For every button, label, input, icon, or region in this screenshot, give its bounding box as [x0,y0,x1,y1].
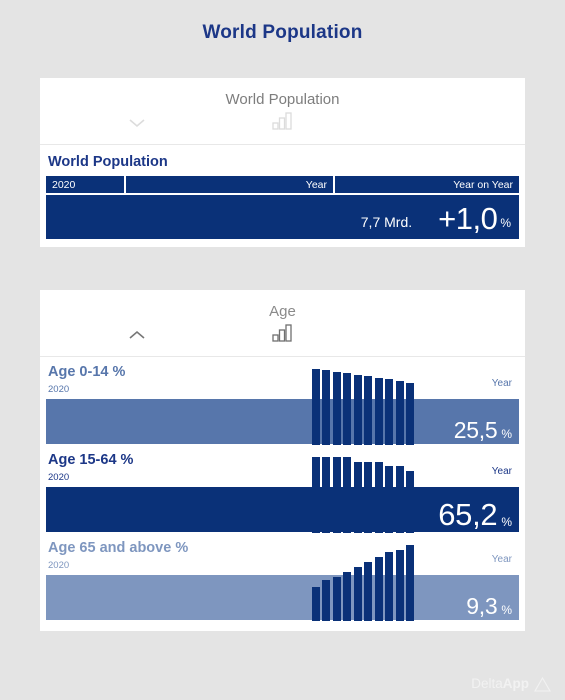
sparkline-bar [312,587,320,621]
age-row-year: 2020 [48,384,70,395]
age-bar: 65,2 % [46,487,519,532]
age-bar-value: 9,3 % [466,595,512,618]
kpi-value-row: 7,7 Mrd. +1,0 % [46,195,519,239]
kpi-col-year-on-year: Year on Year [335,176,519,193]
age-bar-fill [46,399,519,444]
card-header-age[interactable]: Age [40,290,525,357]
sparkline-bar [385,552,394,621]
age-row-label: Age 0-14 % [48,364,126,380]
kpi-header-row: 2020 Year Year on Year [46,176,519,193]
sparkline-bar [353,567,362,621]
age-bar-fill [46,575,519,620]
age-row-label: Age 15-64 % [48,452,134,468]
sparkline-bar [332,457,341,533]
age-value-unit: % [501,603,512,617]
card-header-icons-age [40,324,525,348]
sparkline-bar [385,466,394,533]
age-row-year: 2020 [48,472,70,483]
age-value-unit: % [501,427,512,441]
bar-chart-icon[interactable] [271,324,294,342]
age-bar-value: 25,5 % [454,419,512,442]
sparkline-bar [312,369,320,445]
age-row[interactable]: Age 15-64 % 2020 Year 65,2 % [46,445,519,533]
sparkline-bar [374,378,383,445]
sparkline-bar [322,457,331,533]
kpi-block-world-population: World Population 2020 Year Year on Year … [40,145,525,247]
sparkline-bar [374,462,383,533]
age-row-col-year: Year [491,466,512,477]
kpi-col-year: Year [126,176,333,193]
card-world-population: World Population World Population 2020 Y… [40,78,525,247]
sparkline-bar [395,550,404,621]
bar-chart-icon[interactable] [271,112,294,130]
sparkline-bar [322,370,331,445]
card-header-world-population[interactable]: World Population [40,78,525,145]
sparkline-bar [312,457,320,533]
sparkline-bar [395,381,404,445]
sparkline-bar [364,462,373,533]
brand-name-light: Delta [471,676,503,691]
age-bar: 25,5 % [46,399,519,444]
card-header-icons [40,112,525,136]
age-value-unit: % [501,515,512,529]
age-bar: 9,3 % [46,575,519,620]
age-value-number: 25,5 [453,417,498,443]
kpi-label: World Population [48,154,168,170]
sparkline-bar [332,372,341,445]
age-row-col-year: Year [491,378,512,389]
sparkline-chart [312,457,414,533]
page-title: World Population [202,22,363,43]
kpi-year: 2020 [46,176,124,193]
sparkline-bar [374,557,383,621]
age-bar-value: 65,2 % [438,499,512,530]
age-row-year: 2020 [48,560,70,571]
sparkline-bar [385,379,394,445]
age-value-number: 65,2 [438,497,498,532]
age-rows: Age 0-14 % 2020 Year 25,5 % Age 15-64 % … [40,357,525,631]
sparkline-bar [395,466,404,533]
triangle-logo-icon [534,676,551,692]
age-row-label: Age 65 and above % [48,540,189,556]
sparkline-bar [332,577,341,621]
sparkline-bar [405,545,414,621]
sparkline-bar [343,457,352,533]
sparkline-bar [343,572,352,621]
sparkline-bar [343,373,352,445]
sparkline-bar [405,383,414,445]
kpi-value: 7,7 Mrd. [360,214,413,230]
chevron-down-icon[interactable] [128,116,146,128]
kpi-change-value: +1,0 [438,201,498,236]
brand-name-bold: App [502,676,529,691]
age-row[interactable]: Age 0-14 % 2020 Year 25,5 % [46,357,519,445]
footer-brand: Delta App [471,676,551,692]
kpi-change-unit: % [500,216,511,230]
age-row-col-year: Year [491,554,512,565]
sparkline-bar [353,375,362,445]
sparkline-bar [353,462,362,533]
sparkline-chart [312,545,414,621]
age-row[interactable]: Age 65 and above % 2020 Year 9,3 % [46,533,519,621]
sparkline-bar [405,471,414,533]
sparkline-bar [322,580,331,621]
chevron-up-icon[interactable] [128,328,146,340]
card-age: Age Age 0-14 % 2020 Year 25,5 % Age 15-6… [40,290,525,631]
sparkline-bar [364,562,373,621]
card-header-title-age: Age [269,303,296,320]
age-value-number: 9,3 [466,593,498,619]
card-header-title: World Population [225,91,340,108]
sparkline-chart [312,369,414,445]
sparkline-bar [364,376,373,445]
